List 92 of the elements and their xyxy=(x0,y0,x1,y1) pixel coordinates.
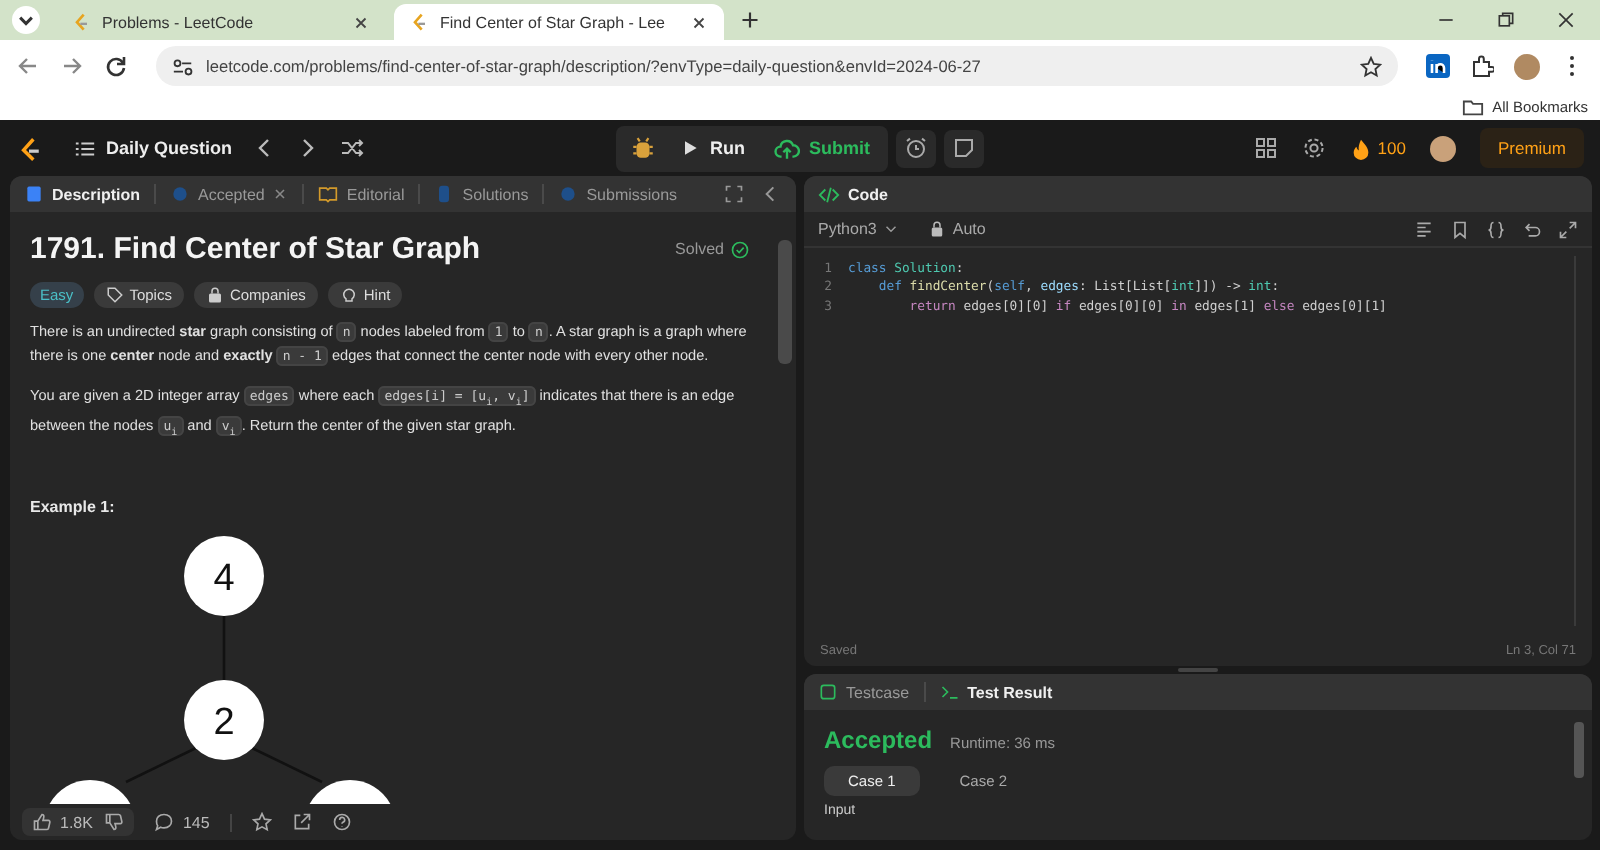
tab-icon xyxy=(170,184,191,204)
layout-grid-icon[interactable] xyxy=(1253,136,1278,160)
panel-tab[interactable]: Test Result xyxy=(933,678,1059,706)
note-button[interactable] xyxy=(944,129,984,167)
star-icon[interactable] xyxy=(251,812,272,832)
format-icon[interactable] xyxy=(1414,219,1434,239)
graph-node xyxy=(184,535,264,616)
avatar-icon[interactable] xyxy=(1429,135,1456,161)
braces-icon[interactable] xyxy=(1486,219,1506,239)
play-icon xyxy=(680,138,700,158)
scrollbar[interactable] xyxy=(778,240,792,364)
example-heading: Example 1: xyxy=(30,497,117,516)
run-button[interactable]: Run xyxy=(668,132,757,164)
browser-tab[interactable]: Problems - LeetCode xyxy=(56,4,386,40)
verdict-status: Accepted xyxy=(824,726,933,754)
graph-node xyxy=(184,679,264,760)
alarm-clock-icon xyxy=(904,136,928,160)
node-label: 4 xyxy=(213,557,235,600)
tab-icon xyxy=(434,184,455,204)
flame-icon xyxy=(1349,137,1372,159)
language-dropdown[interactable]: Python3 xyxy=(818,220,901,238)
tab-icon xyxy=(24,184,44,204)
check-circle-icon xyxy=(730,239,750,259)
forward-icon[interactable] xyxy=(60,54,84,78)
comment-icon xyxy=(154,812,175,832)
close-icon[interactable] xyxy=(1556,10,1576,30)
alarm-button[interactable] xyxy=(896,129,936,167)
autocomplete-mode[interactable]: Auto xyxy=(928,220,986,238)
folder-icon xyxy=(1462,95,1485,117)
dropdown-icon[interactable] xyxy=(12,6,40,34)
panel-tab[interactable]: Submissions xyxy=(552,180,684,208)
restore-icon[interactable] xyxy=(1496,10,1516,30)
collapse-icon[interactable] xyxy=(760,184,780,204)
bookmark-icon[interactable] xyxy=(1450,219,1470,239)
site-settings-icon xyxy=(172,55,194,77)
panel-tab[interactable]: Editorial xyxy=(312,180,411,208)
thumbs-down-icon[interactable] xyxy=(104,812,125,832)
settings-icon[interactable] xyxy=(1301,136,1326,160)
streak-counter[interactable]: 100 xyxy=(1349,137,1406,159)
thumbs-up-icon xyxy=(32,812,52,832)
problem-title: 1791. Find Center of Star Graph xyxy=(30,232,481,266)
lock-icon xyxy=(205,286,224,304)
tab-title: Problems - LeetCode xyxy=(102,13,256,31)
extensions-icon[interactable] xyxy=(1470,54,1494,78)
cloud-upload-icon xyxy=(773,135,799,161)
browser-tab[interactable]: Find Center of Star Graph - Lee xyxy=(394,4,724,40)
plus-icon[interactable] xyxy=(740,10,760,30)
partial-graph-node xyxy=(49,779,131,804)
address-bar[interactable]: leetcode.com/problems/find-center-of-star-graph/description/?envType=daily-question&envId=2024-06-27 xyxy=(156,46,1398,86)
node-label: 2 xyxy=(213,701,235,744)
shuffle-icon[interactable] xyxy=(340,136,365,160)
code-icon xyxy=(818,183,840,205)
help-icon[interactable] xyxy=(331,812,352,832)
terminal-icon xyxy=(939,682,960,702)
scrollbar[interactable] xyxy=(1574,722,1584,778)
tab-icon xyxy=(558,184,579,204)
debug-icon[interactable] xyxy=(630,135,656,161)
close-icon[interactable] xyxy=(690,13,708,31)
partial-graph-node xyxy=(309,779,391,804)
logo-icon xyxy=(410,11,430,33)
list-icon xyxy=(74,137,96,159)
logo-icon xyxy=(72,11,92,33)
code-panel-title: Code xyxy=(812,179,894,209)
back-icon[interactable] xyxy=(16,54,40,78)
graph-edge xyxy=(251,746,323,783)
bookmark-star-icon[interactable] xyxy=(1360,55,1382,77)
note-icon xyxy=(952,136,976,160)
panel-tab[interactable]: Solutions xyxy=(428,180,535,208)
panel-tab[interactable]: Accepted xyxy=(164,180,295,208)
lightbulb-icon xyxy=(339,286,358,304)
daily-question-button[interactable]: Daily Question xyxy=(74,137,233,159)
graph-edge xyxy=(125,746,197,783)
close-icon[interactable] xyxy=(352,13,370,31)
checkbox-icon xyxy=(818,682,838,702)
comments-button[interactable]: 145 xyxy=(154,812,210,832)
premium-button[interactable]: Premium xyxy=(1479,128,1584,168)
tab-icon xyxy=(318,184,339,204)
leetcode-logo-icon[interactable] xyxy=(16,135,42,161)
expand-icon[interactable] xyxy=(1558,219,1578,239)
linkedin-icon[interactable] xyxy=(1426,54,1450,78)
panel-tab[interactable]: Testcase xyxy=(812,678,916,706)
tab-title: Find Center of Star Graph - Lee xyxy=(440,13,667,31)
submit-button[interactable]: Submit xyxy=(761,129,882,167)
share-icon[interactable] xyxy=(291,812,312,832)
solved-label: Solved xyxy=(675,240,724,258)
reset-icon[interactable] xyxy=(1522,219,1542,239)
reload-icon[interactable] xyxy=(104,54,128,78)
tag-icon xyxy=(105,286,124,304)
fullscreen-icon[interactable] xyxy=(724,184,744,204)
lock-icon xyxy=(928,220,947,238)
url-text: leetcode.com/problems/find-center-of-star-graph/description/?envType=daily-question&envId=2024-06-27 xyxy=(206,56,983,76)
panel-tab[interactable]: Description xyxy=(18,180,147,208)
